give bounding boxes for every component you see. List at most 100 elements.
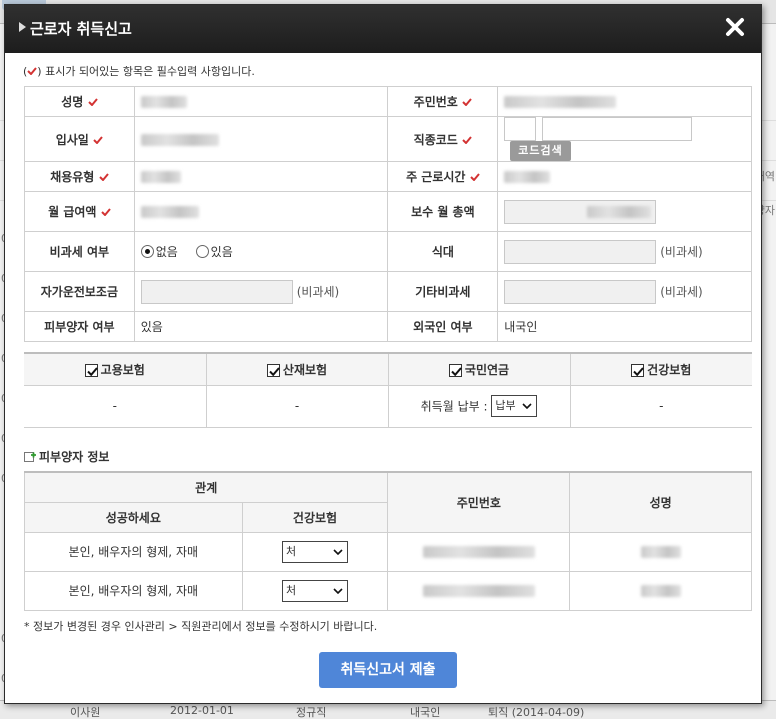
nontax-label: 비과세 여부: [49, 245, 110, 259]
add-dependent-icon[interactable]: [24, 451, 36, 463]
notice-text: ) 표시가 되어있는 항목은 필수입력 사항입니다.: [37, 65, 255, 78]
monthly-wage-value-cell: [133, 191, 389, 232]
employment-type-value-redacted: [140, 171, 181, 183]
dependent-relation: 본인, 배우자의 형제, 자매: [24, 570, 243, 611]
resident-no-label: 주민번호: [413, 95, 458, 109]
dependent-label-cell: 피부양자 여부: [24, 311, 135, 342]
resident-no-value-cell: [497, 86, 752, 117]
industrial-insurance-header: 산재보험: [205, 352, 388, 386]
other-nontax-input[interactable]: [504, 279, 657, 304]
hire-report-modal: 근로자 취득신고 () 표시가 되어있는 항목은 필수입력 사항입니다. 성명 …: [4, 4, 762, 704]
job-code-label-cell: 직종코드: [387, 116, 499, 162]
car-nontax-note: (비과세): [296, 285, 340, 299]
hire-date-label: 입사일: [55, 132, 89, 147]
resident-no-value-redacted: [504, 96, 617, 108]
employment-type-label-cell: 채용유형: [24, 161, 135, 192]
dependent-resident-cell: [387, 570, 571, 611]
insurance-value-row: - - 취득월 납부 : 납부 -: [24, 384, 752, 428]
name-label-cell: 성명: [24, 86, 135, 117]
nontax-label-cell: 비과세 여부: [24, 231, 135, 272]
monthly-wage-label: 월 급여액: [48, 205, 97, 219]
total-pay-value-redacted: [587, 205, 652, 218]
close-icon: [726, 18, 744, 36]
hire-date-value-cell: [133, 116, 389, 162]
dependent-name-redacted: [640, 546, 681, 558]
dependent-resident-cell: [387, 531, 571, 572]
industrial-insurance-checkbox[interactable]: [266, 363, 280, 377]
close-button[interactable]: [723, 15, 747, 39]
relation-header: 관계: [23, 471, 389, 503]
dependent-value: 있음: [140, 320, 163, 334]
background-cell: 이사원: [70, 706, 101, 719]
pension-payment-select[interactable]: 납부: [491, 395, 538, 417]
nontax-none-radio[interactable]: [140, 245, 154, 258]
info-row: 입사일 직종코드 코드검색: [24, 116, 752, 162]
dependent-name-cell: [569, 531, 752, 572]
dependent-health-select[interactable]: 처: [281, 579, 348, 602]
required-check-icon: [462, 135, 472, 144]
health-insurance-checkbox[interactable]: [631, 363, 645, 377]
required-check-icon: [93, 135, 103, 144]
meal-nontax-note: (비과세): [660, 245, 703, 259]
chevron-down-icon: [333, 587, 343, 594]
foreigner-value: 내국인: [504, 320, 538, 334]
dependent-value-cell: 있음: [133, 311, 389, 342]
meal-input[interactable]: [504, 239, 657, 264]
dependents-table: 관계 주민번호 성명 성공하세요 건강보험 본인, 배우자의 형제, 자매 처 …: [23, 471, 752, 611]
car-allowance-value-cell: (비과세): [133, 271, 389, 312]
car-allowance-input[interactable]: [140, 279, 293, 304]
submit-report-button[interactable]: 취득신고서 제출: [319, 652, 457, 688]
dependents-title-text: 피부양자 정보: [39, 450, 110, 464]
weekly-hours-label-cell: 주 근로시간: [387, 161, 499, 192]
total-pay-input[interactable]: [504, 199, 657, 224]
triangle-right-icon: [19, 22, 26, 32]
name-value-cell: [133, 86, 389, 117]
resident-no-label-cell: 주민번호: [387, 86, 499, 117]
national-pension-checkbox[interactable]: [448, 363, 462, 377]
national-pension-label: 국민연금: [464, 362, 510, 377]
weekly-hours-value-redacted: [504, 171, 551, 183]
info-row: 성명 주민번호: [24, 86, 752, 117]
nontax-none-label[interactable]: 없음: [156, 245, 178, 259]
success-header: 성공하세요: [24, 501, 243, 533]
meal-value-cell: (비과세): [497, 231, 752, 272]
footnote: * 정보가 변경된 경우 인사관리 > 직원관리에서 정보를 수정하시기 바랍니…: [24, 620, 378, 633]
info-row: 채용유형 주 근로시간: [24, 161, 752, 192]
other-nontax-label: 기타비과세: [415, 285, 471, 299]
job-code-short-input[interactable]: [504, 117, 537, 141]
dependent-row: 본인, 배우자의 형제, 자매 처: [24, 570, 752, 611]
monthly-wage-value-redacted: [140, 206, 199, 218]
pension-payment-selected: 납부: [495, 399, 516, 412]
modal-title: 근로자 취득신고: [19, 18, 132, 39]
dependents-section-title: 피부양자 정보: [24, 448, 109, 465]
code-search-button[interactable]: 코드검색: [510, 141, 571, 161]
employment-type-label: 채용유형: [50, 170, 95, 184]
background-cell: 퇴직 (2014-04-09): [488, 706, 585, 719]
other-nontax-label-cell: 기타비과세: [387, 271, 499, 312]
nontax-yes-label[interactable]: 있음: [211, 245, 233, 259]
weekly-hours-label: 주 근로시간: [406, 170, 466, 184]
dependent-resident-redacted: [422, 585, 535, 597]
other-nontax-value-cell: (비과세): [497, 271, 752, 312]
insurance-header-row: 고용보험 산재보험 국민연금 건강보험: [24, 352, 752, 386]
foreigner-label-cell: 외국인 여부: [387, 311, 499, 342]
checkmark-icon: [269, 367, 280, 377]
employment-insurance-checkbox[interactable]: [84, 363, 98, 377]
job-code-name-input[interactable]: [542, 117, 693, 141]
employment-insurance-label: 고용보험: [100, 362, 145, 377]
dependents-header-row: 관계 주민번호 성명: [23, 471, 752, 533]
checkmark-icon: [86, 367, 98, 377]
industrial-insurance-label: 산재보험: [282, 362, 328, 377]
insurance-table: 고용보험 산재보험 국민연금 건강보험 - - 취득월 납부 : 납부 -: [24, 352, 752, 428]
modal-title-text: 근로자 취득신고: [30, 20, 132, 38]
dependent-health-select[interactable]: 처: [281, 540, 348, 563]
total-pay-label: 보수 월 총액: [411, 205, 475, 219]
health-subheader: 건강보험: [241, 501, 389, 533]
health-insurance-value: -: [569, 384, 752, 428]
checkmark-icon: [451, 367, 462, 377]
employee-info-table: 성명 주민번호 입사일 직종코드 코드검색 채용유형 주 근로시간 월 급여액: [24, 86, 752, 342]
info-row: 월 급여액 보수 월 총액: [24, 191, 752, 232]
modal-header: 근로자 취득신고: [5, 5, 761, 53]
nontax-yes-radio[interactable]: [195, 245, 209, 258]
name-label: 성명: [61, 95, 84, 109]
